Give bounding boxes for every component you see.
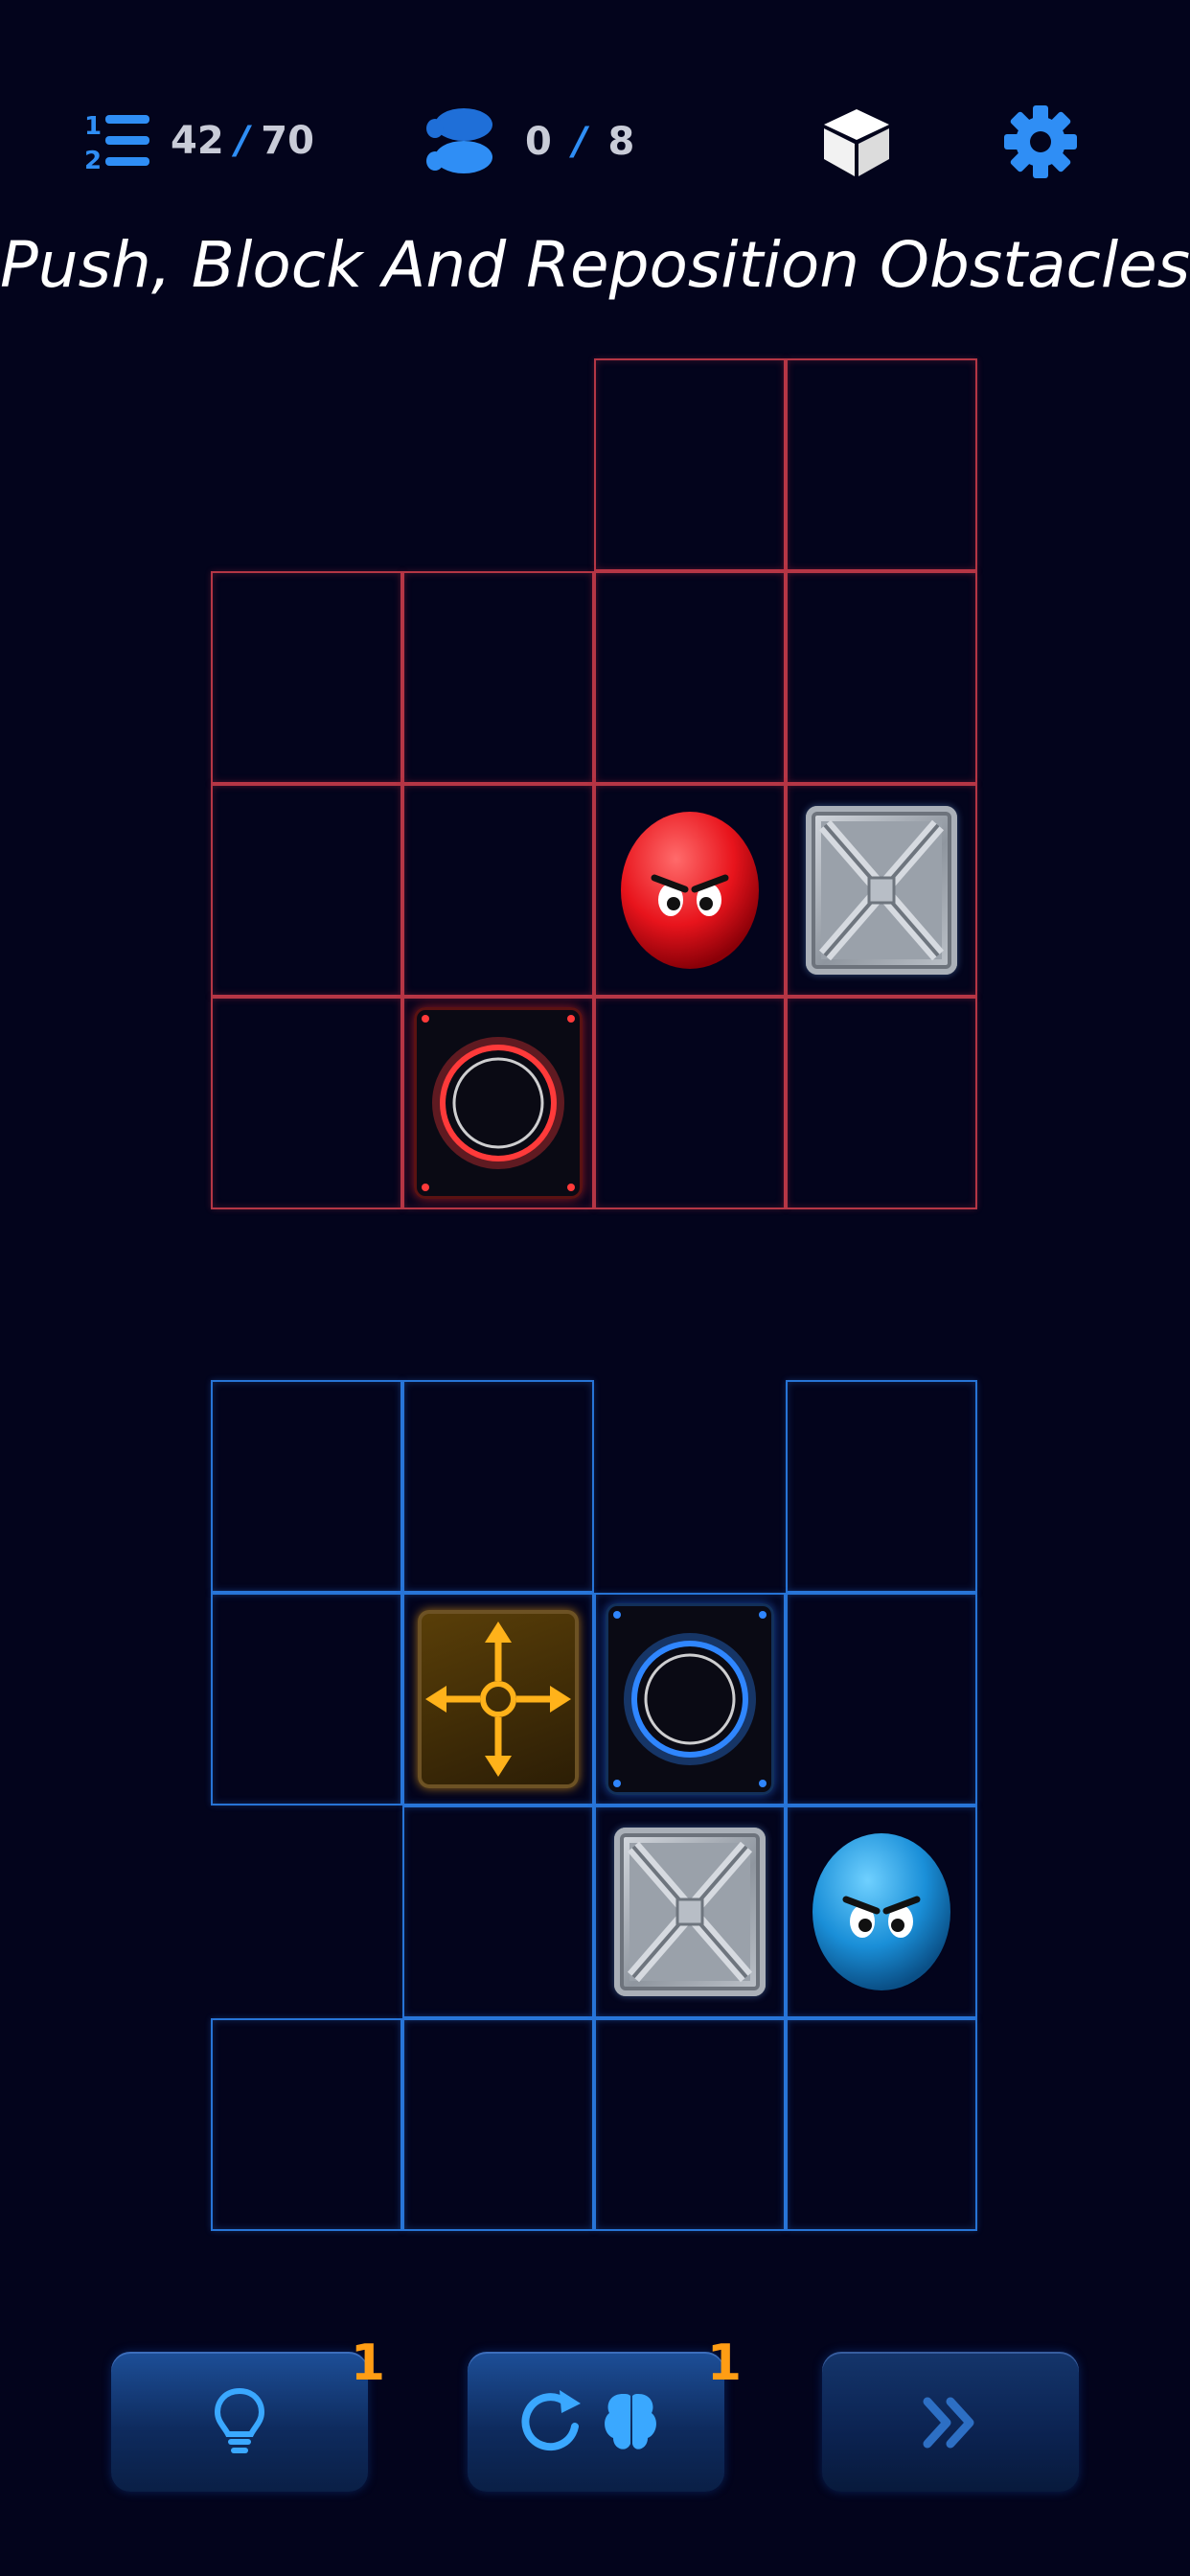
crate-block[interactable]	[806, 806, 957, 975]
hint-count-badge: 1	[350, 2334, 385, 2392]
grid-cell[interactable]	[786, 2018, 977, 2231]
double-chevron-right-icon	[923, 2397, 974, 2449]
footprints-icon	[426, 108, 492, 173]
cube-icon	[824, 109, 889, 176]
restart-button[interactable]: 1	[468, 2334, 742, 2492]
red-ball-character[interactable]	[618, 809, 762, 976]
grid-cell[interactable]	[786, 1380, 977, 1593]
moves-total: 8	[607, 120, 635, 164]
grid-cell[interactable]	[211, 1380, 402, 1593]
svg-text:1: 1	[84, 112, 102, 141]
reposition-tile[interactable]	[418, 1610, 579, 1788]
grid-cell[interactable]	[402, 1380, 594, 1593]
lightbulb-icon	[214, 2387, 265, 2453]
moves-indicator: 0 / 8	[422, 105, 634, 178]
grid-cell[interactable]	[402, 571, 594, 784]
level-current: 42	[171, 119, 224, 163]
grid-cell[interactable]	[594, 997, 786, 1209]
red-board	[211, 358, 977, 1209]
level-separator: /	[235, 119, 250, 163]
blue-ball-character[interactable]	[810, 1830, 953, 1997]
grid-cell[interactable]	[211, 997, 402, 1209]
grid-cell[interactable]	[786, 571, 977, 784]
grid-cell[interactable]	[211, 571, 402, 784]
gear-icon	[1004, 105, 1077, 178]
blue-board	[211, 1380, 977, 2231]
restart-count-badge: 1	[706, 2334, 742, 2392]
settings-button[interactable]	[1002, 104, 1079, 180]
blue-portal-goal[interactable]	[606, 1603, 774, 1795]
red-portal-goal[interactable]	[414, 1007, 583, 1199]
grid-cell[interactable]	[402, 1806, 594, 2018]
grid-cell[interactable]	[786, 997, 977, 1209]
grid-cell[interactable]	[211, 2018, 402, 2231]
grid-cell[interactable]	[402, 2018, 594, 2231]
level-title: Push, Block And Reposition Obstacles	[0, 228, 1190, 302]
grid-cell[interactable]	[594, 358, 786, 571]
grid-cell[interactable]	[594, 2018, 786, 2231]
moves-current: 0	[525, 120, 552, 164]
grid-cell[interactable]	[786, 1593, 977, 1806]
level-total: 70	[261, 119, 314, 163]
restart-brain-icon	[521, 2390, 656, 2451]
cube-button[interactable]	[820, 105, 893, 178]
grid-cell[interactable]	[786, 358, 977, 571]
crate-block[interactable]	[614, 1828, 766, 1996]
level-indicator: 1 2 42 / 70	[82, 107, 314, 174]
level-list-icon: 1 2	[84, 112, 149, 172]
grid-cell[interactable]	[211, 1593, 402, 1806]
grid-cell[interactable]	[211, 784, 402, 997]
svg-text:2: 2	[84, 147, 102, 172]
grid-cell[interactable]	[594, 571, 786, 784]
skip-button[interactable]	[822, 2352, 1079, 2492]
hint-button[interactable]: 1	[111, 2334, 385, 2492]
grid-cell[interactable]	[402, 784, 594, 997]
moves-separator: /	[572, 120, 587, 164]
